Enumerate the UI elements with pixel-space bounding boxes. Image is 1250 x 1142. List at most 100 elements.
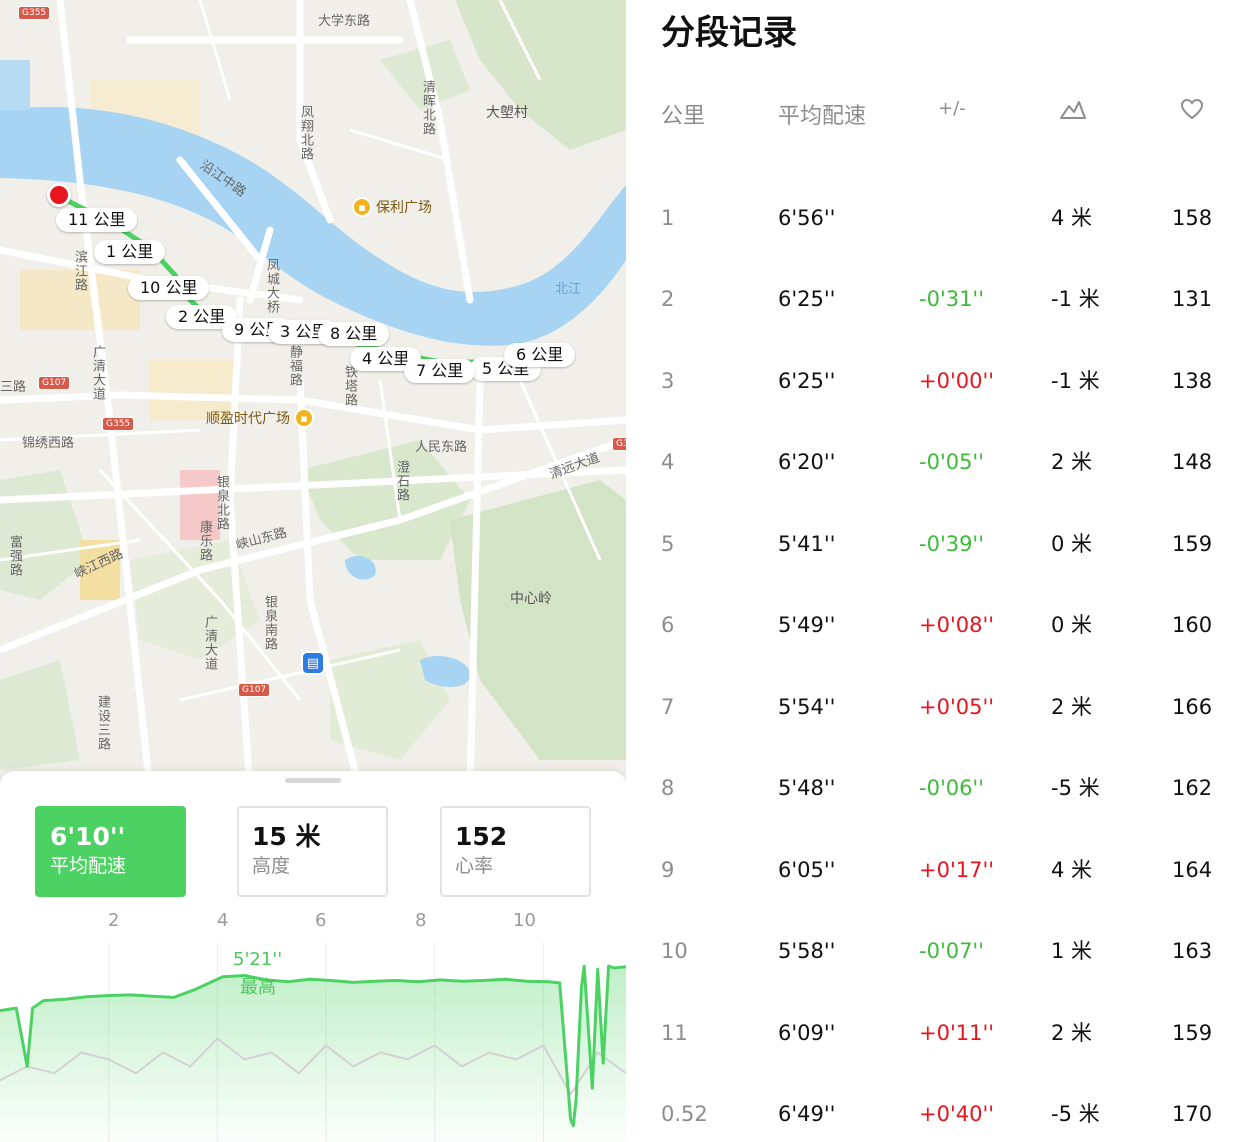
cell-elevation: 1 米 — [1051, 939, 1093, 963]
street-label: 广清大道 — [90, 345, 105, 401]
street-label: 建设三路 — [95, 695, 110, 751]
km-marker[interactable]: 1 公里 — [94, 240, 166, 264]
table-row[interactable]: 7 5'54'' +0'05'' 2 米 166 — [626, 677, 1250, 737]
poi-baoli-plaza[interactable]: ▪ 保利广场 — [352, 197, 432, 217]
table-row[interactable]: 10 5'58'' -0'07'' 1 米 163 — [626, 921, 1250, 981]
poi-shunying-plaza[interactable]: 顺盈时代广场 ▪ — [206, 408, 314, 428]
x-tick-label: 8 — [415, 910, 427, 931]
table-row[interactable]: 9 6'05'' +0'17'' 4 米 164 — [626, 840, 1250, 900]
street-label: 康乐路 — [197, 520, 212, 562]
cell-pace: 5'54'' — [778, 695, 836, 719]
cell-km: 6 — [661, 613, 675, 637]
km-marker[interactable]: 7 公里 — [404, 359, 476, 383]
metric-label: 平均配速 — [50, 855, 127, 877]
street-label: 人民东路 — [415, 440, 468, 455]
peak-pace-value: 5'21'' — [233, 949, 283, 970]
sheet-drag-handle[interactable] — [285, 778, 341, 783]
cell-diff: -0'39'' — [919, 532, 984, 556]
cell-elevation: 2 米 — [1051, 450, 1093, 474]
km-marker[interactable]: 11 公里 — [56, 208, 138, 232]
cell-km: 10 — [661, 939, 688, 963]
cell-pace: 6'56'' — [778, 206, 836, 230]
cell-diff: +0'11'' — [919, 1021, 994, 1045]
metric-card-altitude[interactable]: 15 米 高度 — [237, 806, 388, 897]
cell-heart-rate: 160 — [1172, 613, 1213, 637]
table-row[interactable]: 11 6'09'' +0'11'' 2 米 159 — [626, 1003, 1250, 1063]
metric-label: 心率 — [455, 855, 494, 877]
metric-value: 15 米 — [252, 822, 321, 851]
table-row[interactable]: 3 6'25'' +0'00'' -1 米 138 — [626, 351, 1250, 411]
cell-km: 7 — [661, 695, 675, 719]
table-row[interactable]: 0.52 6'49'' +0'40'' -5 米 170 — [626, 1084, 1250, 1142]
transit-station-icon[interactable]: ▤ — [301, 651, 325, 675]
metric-value: 152 — [455, 822, 508, 851]
table-row[interactable]: 5 5'41'' -0'39'' 0 米 159 — [626, 514, 1250, 574]
cell-pace: 5'49'' — [778, 613, 836, 637]
road-badge: G107 — [38, 376, 71, 390]
cell-elevation: 0 米 — [1051, 532, 1093, 556]
poi-mall-icon: ▪ — [294, 408, 314, 428]
cell-km: 3 — [661, 369, 675, 393]
cell-km: 2 — [661, 287, 675, 311]
cell-diff: +0'40'' — [919, 1102, 994, 1126]
cell-elevation: 4 米 — [1051, 858, 1093, 882]
street-label: 大学东路 — [318, 14, 371, 29]
metric-card-heart-rate[interactable]: 152 心率 — [440, 806, 591, 897]
pace-chart[interactable] — [0, 943, 626, 1142]
street-label: 静福路 — [287, 345, 302, 387]
cell-diff: -0'06'' — [919, 776, 984, 800]
cell-pace: 6'25'' — [778, 369, 836, 393]
metric-card-pace[interactable]: 6'10'' 平均配速 — [35, 806, 186, 897]
place-label: 大塱村 — [486, 105, 528, 121]
cell-diff: -0'31'' — [919, 287, 984, 311]
street-label: 凤翔北路 — [298, 105, 313, 161]
cell-km: 8 — [661, 776, 675, 800]
metric-label: 高度 — [252, 855, 291, 877]
cell-heart-rate: 166 — [1172, 695, 1213, 719]
poi-mall-icon: ▪ — [352, 197, 372, 217]
km-marker[interactable]: 8 公里 — [318, 322, 390, 346]
peak-pace-label: 最高 — [240, 977, 276, 998]
cell-elevation: 0 米 — [1051, 613, 1093, 637]
cell-elevation: 4 米 — [1051, 206, 1093, 230]
cell-heart-rate: 138 — [1172, 369, 1213, 393]
km-marker[interactable]: 10 公里 — [128, 276, 210, 300]
river-label: 北江 — [555, 282, 582, 297]
cell-elevation: -1 米 — [1051, 369, 1100, 393]
cell-km: 9 — [661, 858, 675, 882]
cell-diff: +0'05'' — [919, 695, 994, 719]
cell-heart-rate: 159 — [1172, 532, 1213, 556]
street-label: 澄石路 — [394, 460, 409, 502]
road-badge: G355 — [102, 417, 135, 431]
splits-panel: 分段记录 公里 平均配速 +/- 1 6'56'' 4 米 158 2 6'25… — [626, 0, 1250, 1142]
cell-km: 11 — [661, 1021, 688, 1045]
table-row[interactable]: 2 6'25'' -0'31'' -1 米 131 — [626, 269, 1250, 329]
road-badge: G107 — [238, 683, 271, 697]
table-row[interactable]: 6 5'49'' +0'08'' 0 米 160 — [626, 595, 1250, 655]
elevation-icon — [1059, 98, 1087, 124]
cell-diff: +0'08'' — [919, 613, 994, 637]
cell-heart-rate: 163 — [1172, 939, 1213, 963]
cell-heart-rate: 164 — [1172, 858, 1213, 882]
cell-heart-rate: 170 — [1172, 1102, 1213, 1126]
cell-pace: 5'48'' — [778, 776, 836, 800]
place-label: 中心岭 — [510, 591, 552, 607]
table-row[interactable]: 8 5'48'' -0'06'' -5 米 162 — [626, 758, 1250, 818]
page-title: 分段记录 — [661, 13, 797, 53]
place-label: 三路 — [0, 380, 27, 395]
cell-diff: -0'07'' — [919, 939, 984, 963]
poi-label: 顺盈时代广场 — [206, 411, 290, 427]
street-label: 凤城大桥 — [264, 258, 279, 314]
x-tick-label: 10 — [513, 910, 536, 931]
table-row[interactable]: 4 6'20'' -0'05'' 2 米 148 — [626, 432, 1250, 492]
km-marker[interactable]: 6 公里 — [504, 343, 576, 367]
table-row[interactable]: 1 6'56'' 4 米 158 — [626, 188, 1250, 248]
x-tick-label: 4 — [217, 910, 229, 931]
cell-pace: 5'58'' — [778, 939, 836, 963]
cell-km: 4 — [661, 450, 675, 474]
road-badge: G355 — [18, 6, 51, 20]
heart-icon — [1180, 98, 1204, 124]
street-label: 银泉南路 — [262, 595, 277, 651]
metric-value: 6'10'' — [50, 822, 126, 851]
start-pin-icon[interactable] — [47, 183, 71, 207]
